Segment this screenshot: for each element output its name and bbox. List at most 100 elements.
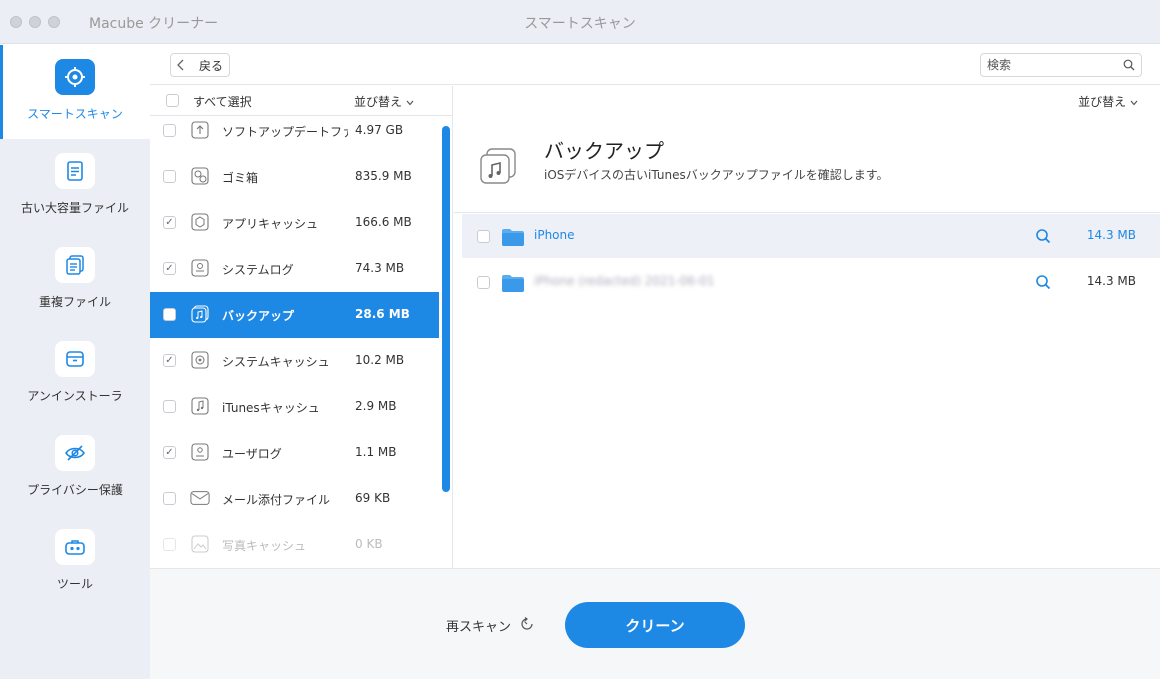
category-name: ユーザログ [222, 447, 282, 461]
sidebar-item-uninstaller[interactable]: アンインストーラ [0, 327, 150, 421]
system-cache-icon [191, 351, 209, 369]
clean-button[interactable]: クリーン [565, 602, 745, 648]
file-row[interactable]: iPhone (redacted) 2021-06-01 14.3 MB [462, 260, 1160, 304]
back-button[interactable]: 戻る [170, 53, 230, 77]
category-row-system-log[interactable]: ✓ システムログ 74.3 MB [150, 246, 439, 292]
category-row-app-cache[interactable]: ✓ アプリキャッシュ 166.6 MB [150, 200, 439, 246]
category-row-backup[interactable]: バックアップ 28.6 MB [150, 292, 439, 338]
category-size: 10.2 MB [355, 353, 405, 367]
folder-icon [502, 229, 524, 246]
detail-sort-dropdown[interactable]: 並び替え [1078, 93, 1138, 110]
toolbar: 戻る [150, 45, 1160, 85]
upload-icon [191, 121, 209, 139]
sidebar-item-smart-scan[interactable]: スマートスキャン [0, 45, 150, 139]
select-all-checkbox[interactable] [166, 94, 179, 107]
category-size: 166.6 MB [355, 215, 412, 229]
category-checkbox[interactable] [163, 170, 176, 183]
category-row-photo-cache: 写真キャッシュ 0 KB [150, 522, 439, 568]
search-icon[interactable] [1035, 274, 1051, 290]
category-size: 1.1 MB [355, 445, 397, 459]
detail-description: iOSデバイスの古いiTunesバックアップファイルを確認します。 [544, 168, 889, 182]
category-checkbox[interactable]: ✓ [163, 262, 176, 275]
mail-icon [190, 491, 210, 505]
category-checkbox[interactable] [163, 492, 176, 505]
eye-slash-icon [55, 435, 95, 471]
file-name-redacted: iPhone (redacted) 2021-06-01 [534, 274, 715, 288]
category-checkbox[interactable] [163, 124, 176, 137]
category-row-user-log[interactable]: ✓ ユーザログ 1.1 MB [150, 430, 439, 476]
category-checkbox[interactable]: ✓ [163, 446, 176, 459]
category-row-system-cache[interactable]: ✓ システムキャッシュ 10.2 MB [150, 338, 439, 384]
search-box[interactable] [980, 53, 1142, 77]
file-row[interactable]: iPhone 14.3 MB [462, 214, 1160, 258]
category-name: 写真キャッシュ [222, 539, 307, 553]
category-name: ゴミ箱 [222, 171, 259, 185]
archive-box-icon [55, 341, 95, 377]
folder-icon [502, 275, 524, 292]
system-log-icon [191, 259, 209, 277]
sidebar-item-tools[interactable]: ツール [0, 515, 150, 609]
title-bar: Macube クリーナー スマートスキャン [0, 0, 1160, 44]
category-scrollbar[interactable] [442, 126, 450, 492]
category-name: バックアップ [222, 309, 295, 323]
category-size: 74.3 MB [355, 261, 405, 275]
file-size: 14.3 MB [1086, 228, 1136, 242]
sidebar-item-label: ツール [56, 577, 93, 591]
search-icon[interactable] [1123, 59, 1135, 71]
sidebar-item-label: スマートスキャン [27, 107, 123, 121]
category-row-soft-update[interactable]: ソフトアップデートファイル 4.97 GB [150, 108, 439, 154]
backup-music-icon [191, 305, 209, 323]
chevron-left-icon [177, 59, 184, 71]
category-name: メール添付ファイル [222, 493, 331, 507]
sidebar-item-label: 古い大容量ファイル [20, 201, 129, 215]
document-icon [55, 153, 95, 189]
photo-icon [191, 535, 209, 553]
sidebar-item-privacy[interactable]: プライバシー保護 [0, 421, 150, 515]
category-name: iTunesキャッシュ [222, 401, 320, 415]
category-name: システムキャッシュ [222, 355, 330, 369]
category-checkbox[interactable] [163, 308, 176, 321]
duplicate-file-icon [55, 247, 95, 283]
app-cache-icon [191, 213, 209, 231]
search-input[interactable] [987, 57, 1117, 73]
target-icon [55, 59, 95, 95]
trash-icon [191, 167, 209, 185]
sidebar-item-label: 重複ファイル [38, 295, 111, 309]
category-checkbox[interactable]: ✓ [163, 354, 176, 367]
category-row-itunes-cache[interactable]: iTunesキャッシュ 2.9 MB [150, 384, 439, 430]
category-checkbox[interactable] [163, 400, 176, 413]
category-name: システムログ [222, 263, 294, 277]
sidebar: スマートスキャン 古い大容量ファイル 重複ファイル アンインストーラ プライバシ… [0, 45, 150, 679]
category-size: 835.9 MB [355, 169, 412, 183]
sidebar-item-label: プライバシー保護 [27, 483, 123, 497]
sidebar-item-label: アンインストーラ [27, 389, 123, 403]
category-row-trash[interactable]: ゴミ箱 835.9 MB [150, 154, 439, 200]
category-size: 2.9 MB [355, 399, 397, 413]
detail-title: バックアップ [544, 139, 664, 163]
divider [454, 212, 1160, 213]
file-size: 14.3 MB [1086, 274, 1136, 288]
category-name: アプリキャッシュ [222, 217, 319, 231]
category-row-mail-attachments[interactable]: メール添付ファイル 69 KB [150, 476, 439, 522]
sidebar-item-large-old-files[interactable]: 古い大容量ファイル [0, 139, 150, 233]
file-checkbox[interactable] [477, 276, 490, 289]
category-size: 0 KB [355, 537, 383, 551]
sort-label: 並び替え [354, 95, 403, 109]
bottom-bar: 再スキャン クリーン [150, 568, 1160, 679]
chevron-down-icon [406, 100, 414, 106]
detail-panel: 並び替え バックアップ iOSデバイスの古いiTunesバックアップファイルを確… [454, 86, 1160, 568]
window-title: スマートスキャン [524, 16, 636, 32]
chevron-down-icon [1130, 100, 1138, 106]
toolbox-icon [55, 529, 95, 565]
rescan-button[interactable]: 再スキャン [446, 616, 511, 635]
sort-label: 並び替え [1078, 95, 1127, 109]
user-log-icon [191, 443, 209, 461]
file-checkbox[interactable] [477, 230, 490, 243]
category-panel: すべて選択 並び替え ソフトアップデートファイル 4.97 GB ゴミ箱 835… [150, 86, 453, 568]
category-checkbox[interactable]: ✓ [163, 216, 176, 229]
search-icon[interactable] [1035, 228, 1051, 244]
music-note-icon [191, 397, 209, 415]
category-checkbox [163, 538, 176, 551]
sidebar-item-duplicate-files[interactable]: 重複ファイル [0, 233, 150, 327]
refresh-icon[interactable] [520, 617, 534, 631]
